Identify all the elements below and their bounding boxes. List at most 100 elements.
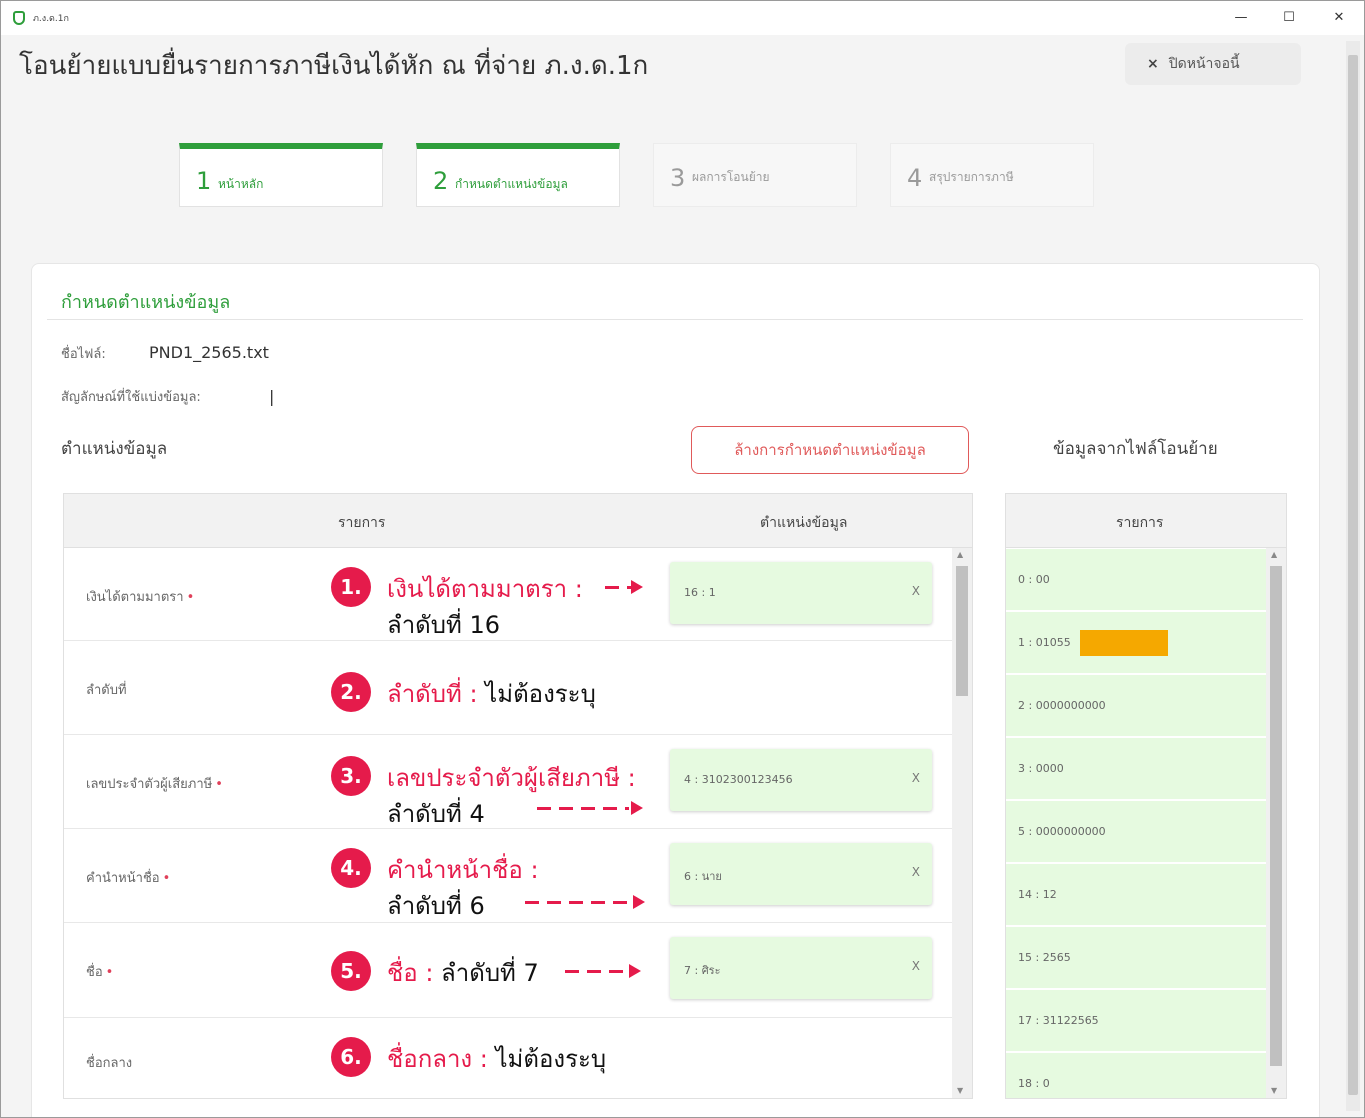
source-heading: ข้อมูลจากไฟล์โอนย้าย <box>1053 439 1218 459</box>
annotation-arrow <box>537 807 629 810</box>
app-window: ภ.ง.ด.1ก — ☐ ✕ โอนย้ายแบบยื่นรายการภาษีเ… <box>0 0 1365 1118</box>
step-number: 1 <box>196 167 212 195</box>
maximize-button[interactable]: ☐ <box>1275 7 1303 29</box>
row-label: คำนำหน้าชื่อ • <box>86 871 171 886</box>
clear-mapping-button[interactable]: ล้างการกำหนดตำแหน่งข้อมูล <box>691 426 969 474</box>
source-item-value: 15 : 2565 <box>1018 951 1071 964</box>
annotation-badge: 5. <box>331 951 371 991</box>
annotation-text: เงินได้ตามมาตรา : <box>387 575 583 603</box>
source-item-value: 14 : 12 <box>1018 888 1057 901</box>
source-item-value: 5 : 0000000000 <box>1018 825 1106 838</box>
arrow-head-icon <box>633 895 645 909</box>
source-item[interactable]: 3 : 0000 <box>1006 738 1266 800</box>
annotation-badge: 1. <box>331 567 371 607</box>
position-slot[interactable]: 4 : 3102300123456 X <box>670 749 932 811</box>
close-page-label: ปิดหน้าจอนี้ <box>1168 56 1240 72</box>
redaction-highlight <box>1080 630 1168 656</box>
title-bar: ภ.ง.ด.1ก — ☐ ✕ <box>1 1 1364 35</box>
row-label: ชื่อ • <box>86 965 114 980</box>
required-marker: • <box>105 965 114 980</box>
step-label: ผลการโอนย้าย <box>692 170 770 184</box>
step-3[interactable]: 3 ผลการโอนย้าย <box>653 143 857 207</box>
column-header-item: รายการ <box>1116 515 1164 531</box>
source-table-header: รายการ <box>1006 494 1286 548</box>
file-name-label: ชื่อไฟล์: <box>61 347 106 362</box>
source-item-value: 18 : 0 <box>1018 1077 1050 1090</box>
source-item-value: 0 : 00 <box>1018 573 1050 586</box>
shield-icon <box>13 11 25 25</box>
annotation-text: เลขประจำตัวผู้เสียภาษี : <box>387 764 636 792</box>
arrow-head-icon <box>631 801 643 815</box>
source-table-scrollbar[interactable]: ▲ ▼ <box>1266 548 1286 1098</box>
position-slot[interactable]: 16 : 1 X <box>670 562 932 624</box>
annotation-text: ชื่อ : ลำดับที่ 7 <box>387 959 539 987</box>
required-marker: • <box>162 871 171 886</box>
scroll-down-icon[interactable]: ▼ <box>1271 1086 1277 1095</box>
annotation-subtext: ลำดับที่ 16 <box>387 611 500 639</box>
arrow-head-icon <box>631 580 643 594</box>
required-marker: • <box>215 777 223 792</box>
slot-value: 4 : 3102300123456 <box>684 773 793 786</box>
slot-value: 7 : ศิระ <box>684 964 721 977</box>
positions-heading: ตำแหน่งข้อมูล <box>61 439 168 459</box>
column-header-position: ตำแหน่งข้อมูล <box>760 515 848 531</box>
source-item[interactable]: 2 : 0000000000 <box>1006 675 1266 737</box>
scroll-up-icon[interactable]: ▲ <box>957 550 963 559</box>
source-item[interactable]: 0 : 00 <box>1006 549 1266 611</box>
remove-slot-button[interactable]: X <box>912 959 920 973</box>
page-scrollbar-thumb[interactable] <box>1348 55 1358 1095</box>
annotation-arrow <box>605 586 631 589</box>
mapping-table-scrollbar-thumb[interactable] <box>956 566 968 696</box>
remove-slot-button[interactable]: X <box>912 771 920 785</box>
annotation-text: คำนำหน้าชื่อ : <box>387 856 539 884</box>
step-number: 2 <box>433 167 449 195</box>
page-scrollbar[interactable] <box>1346 41 1360 1111</box>
source-item[interactable]: 15 : 2565 <box>1006 927 1266 989</box>
annotation-arrow <box>525 901 631 904</box>
remove-slot-button[interactable]: X <box>912 584 920 598</box>
annotation-badge: 2. <box>331 672 371 712</box>
source-item-value: 1 : 01055 <box>1018 636 1071 649</box>
window-close-button[interactable]: ✕ <box>1325 7 1353 29</box>
scroll-up-icon[interactable]: ▲ <box>1271 550 1277 559</box>
step-1[interactable]: 1 หน้าหลัก <box>179 143 383 207</box>
close-page-button[interactable]: × ปิดหน้าจอนี้ <box>1125 43 1301 85</box>
minimize-button[interactable]: — <box>1227 7 1255 29</box>
step-number: 3 <box>670 164 686 192</box>
step-2[interactable]: 2 กำหนดตำแหน่งข้อมูล <box>416 143 620 207</box>
step-number: 4 <box>907 164 923 192</box>
row-label: เงินได้ตามมาตรา • <box>86 590 195 605</box>
section-title: กำหนดตำแหน่งข้อมูล <box>61 292 231 313</box>
source-item[interactable]: 1 : 01055 <box>1006 612 1266 674</box>
source-item[interactable]: 17 : 31122565 <box>1006 990 1266 1052</box>
position-slot[interactable]: 6 : นาย X <box>670 843 932 905</box>
app-title: ภ.ง.ด.1ก <box>33 14 69 24</box>
slot-value: 6 : นาย <box>684 870 722 883</box>
required-marker: • <box>186 590 195 605</box>
row-label: เลขประจำตัวผู้เสียภาษี • <box>86 777 223 792</box>
step-label: สรุปรายการภาษี <box>929 170 1014 184</box>
source-item[interactable]: 5 : 0000000000 <box>1006 801 1266 863</box>
annotation-text: ลำดับที่ : ไม่ต้องระบุ <box>387 680 596 708</box>
position-slot[interactable]: 7 : ศิระ X <box>670 937 932 999</box>
close-icon: × <box>1147 56 1159 72</box>
remove-slot-button[interactable]: X <box>912 865 920 879</box>
annotation-subtext: ลำดับที่ 6 <box>387 892 485 920</box>
row-label: ชื่อกลาง <box>86 1056 133 1071</box>
step-label: หน้าหลัก <box>218 177 264 191</box>
arrow-head-icon <box>629 964 641 978</box>
source-table-scrollbar-thumb[interactable] <box>1270 566 1282 1066</box>
source-item-value: 3 : 0000 <box>1018 762 1064 775</box>
slot-value: 16 : 1 <box>684 586 716 599</box>
annotation-badge: 3. <box>331 756 371 796</box>
mapping-table-scrollbar[interactable]: ▲ ▼ <box>952 548 972 1098</box>
step-4[interactable]: 4 สรุปรายการภาษี <box>890 143 1094 207</box>
section-divider <box>47 319 1303 320</box>
source-item[interactable]: 18 : 0 <box>1006 1053 1266 1098</box>
step-label: กำหนดตำแหน่งข้อมูล <box>455 177 568 191</box>
scroll-down-icon[interactable]: ▼ <box>957 1086 963 1095</box>
column-header-item: รายการ <box>338 515 386 531</box>
annotation-text: ชื่อกลาง : ไม่ต้องระบุ <box>387 1045 607 1073</box>
delimiter-label: สัญลักษณ์ที่ใช้แบ่งข้อมูล: <box>61 390 201 405</box>
source-item[interactable]: 14 : 12 <box>1006 864 1266 926</box>
